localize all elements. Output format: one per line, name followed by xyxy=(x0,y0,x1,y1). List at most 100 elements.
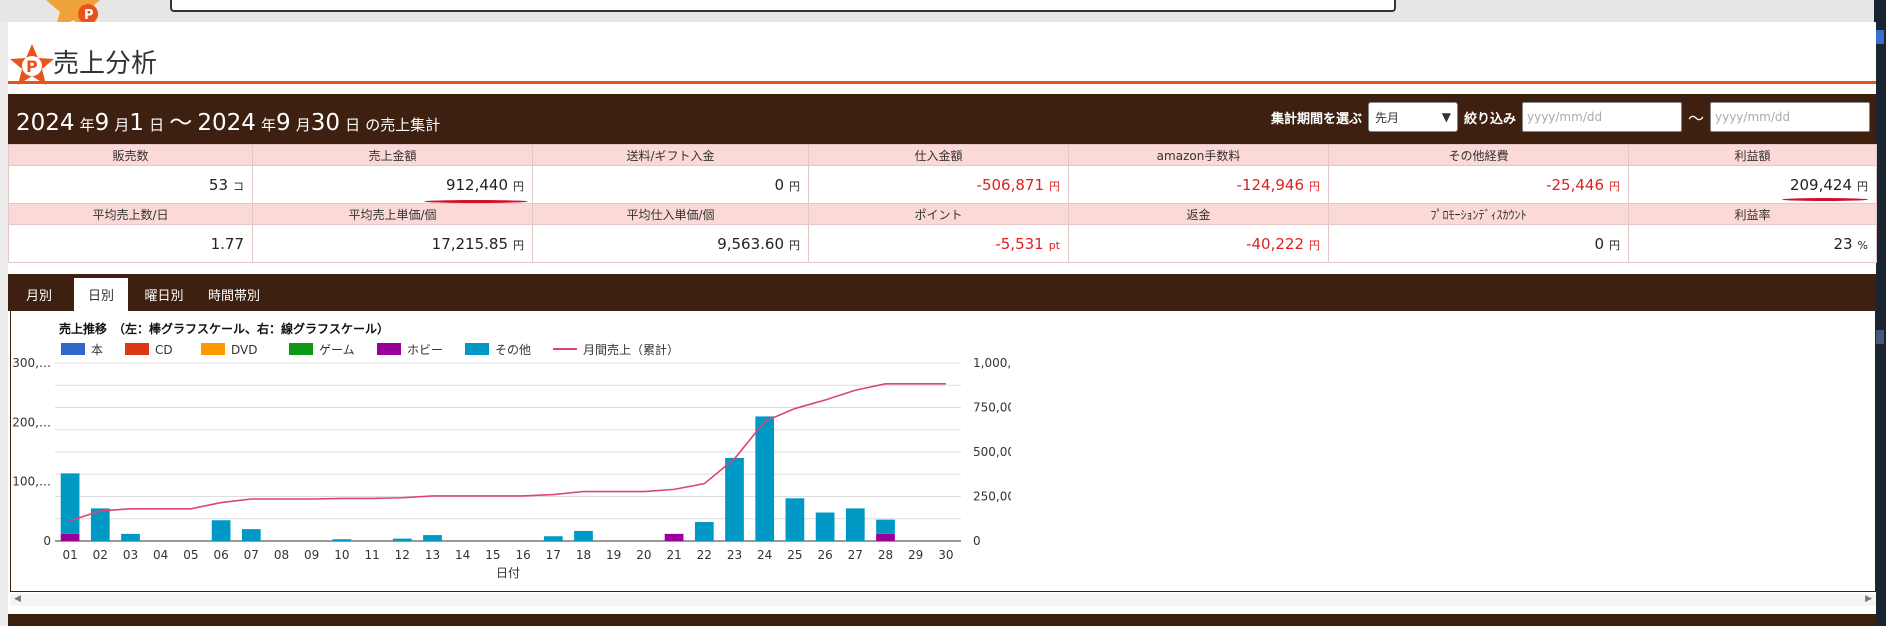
bar xyxy=(574,530,593,541)
summary-header: 平均仕入単価/個 xyxy=(532,203,809,225)
summary-header: 送料/ギフト入金 xyxy=(532,144,809,166)
chevron-down-icon: ▼ xyxy=(1441,110,1451,124)
summary-value: 0円 xyxy=(532,165,809,204)
x-tick-label: 14 xyxy=(455,548,470,562)
period-select-label: 集計期間を選ぶ xyxy=(1270,111,1362,127)
svg-text:P: P xyxy=(84,8,94,23)
chart-title: 売上推移 （左：棒グラフスケール、右：線グラフスケール） xyxy=(59,321,389,336)
x-tick-label: 15 xyxy=(485,548,500,562)
tab-monthly[interactable]: 月別 xyxy=(20,278,58,311)
legend-swatch xyxy=(201,343,225,355)
tab-weekday[interactable]: 曜日別 xyxy=(138,278,190,311)
right-tick-label: 1,000,000 xyxy=(973,356,1011,370)
legend-label: その他 xyxy=(495,343,531,357)
left-tick-label: 100,… xyxy=(12,475,51,489)
summary-header: ポイント xyxy=(808,203,1069,225)
bar xyxy=(694,522,714,541)
summary-value: 9,563.60 円 xyxy=(532,224,809,263)
chart-panel: 売上推移 （左：棒グラフスケール、右：線グラフスケール） 本 CD DVD ゲーム ホビー… xyxy=(10,311,1876,592)
left-tick-label: 300,… xyxy=(12,356,51,370)
scroll-right-icon[interactable]: ▶ xyxy=(1865,594,1872,604)
tab-hourly[interactable]: 時間帯別 xyxy=(202,278,266,311)
summary-value: 53 コ xyxy=(8,165,253,204)
legend-swatch xyxy=(61,343,85,355)
x-tick-label: 30 xyxy=(938,548,953,562)
summary-value: 0円 xyxy=(1328,224,1629,263)
summary-header: 売上金額 xyxy=(252,144,533,166)
bar xyxy=(392,538,412,541)
x-tick-label: 22 xyxy=(697,548,712,562)
x-tick-label: 24 xyxy=(757,548,772,562)
x-tick-label: 19 xyxy=(606,548,621,562)
legend-label: DVD xyxy=(231,343,257,357)
bar xyxy=(121,533,140,541)
x-tick-label: 12 xyxy=(395,548,410,562)
x-tick-label: 01 xyxy=(62,548,77,562)
left-tick-label: 0 xyxy=(43,534,51,548)
x-tick-label: 17 xyxy=(546,548,561,562)
summary-value: -5,531 pt xyxy=(808,224,1069,263)
x-tick-label: 06 xyxy=(213,548,228,562)
bar xyxy=(664,533,684,541)
x-tick-label: 07 xyxy=(244,548,259,562)
date-to-input[interactable]: yyyy/mm/dd xyxy=(1710,102,1870,132)
summary-header: 販売数 xyxy=(8,144,253,166)
summary-value: 17,215.85 円 xyxy=(252,224,533,263)
x-tick-label: 09 xyxy=(304,548,319,562)
summary-header: 平均売上単価/個 xyxy=(252,203,533,225)
left-tick-label: 200,… xyxy=(12,415,51,429)
legend-label: 本 xyxy=(91,343,103,357)
x-tick-label: 16 xyxy=(515,548,530,562)
legend-label: CD xyxy=(155,343,173,357)
summary-value: -25,446 円 xyxy=(1328,165,1629,204)
period-controls: 集計期間を選ぶ 先月 ▼ 絞り込み yyyy/mm/dd ～ yyyy/mm/d… xyxy=(1271,102,1876,132)
next-section-header xyxy=(8,614,1876,626)
bar xyxy=(60,473,80,534)
scroll-left-icon[interactable]: ◀ xyxy=(14,594,21,604)
tab-daily[interactable]: 日別 xyxy=(74,278,128,311)
summary-header: ﾌﾟﾛﾓｰｼｮﾝﾃﾞｨｽｶｳﾝﾄ xyxy=(1328,203,1629,225)
x-tick-label: 11 xyxy=(364,548,379,562)
legend-label: ゲーム xyxy=(319,343,355,357)
bar xyxy=(543,536,563,541)
right-tick-label: 500,000 xyxy=(973,445,1011,459)
date-from-input[interactable]: yyyy/mm/dd xyxy=(1521,102,1682,132)
period-range: 2024 年9 月1 日 ～ 2024 年9 月30 日 の売上集計 xyxy=(16,110,441,136)
top-search-box[interactable] xyxy=(170,0,1396,12)
bar xyxy=(241,529,261,541)
bar xyxy=(423,535,442,541)
sales-underline xyxy=(424,200,528,203)
bar xyxy=(876,533,895,541)
filter-label: 絞り込み xyxy=(1463,111,1516,127)
x-tick-label: 21 xyxy=(666,548,681,562)
period-header: 2024 年9 月1 日 ～ 2024 年9 月30 日 の売上集計 集計期間を… xyxy=(8,94,1876,144)
summary-header: amazon手数料 xyxy=(1068,144,1329,166)
summary-value: 912,440 円 xyxy=(252,165,533,204)
period-select[interactable]: 先月 ▼ xyxy=(1367,102,1458,132)
summary-value: -40,222 円 xyxy=(1068,224,1329,263)
x-tick-label: 03 xyxy=(123,548,138,562)
x-tick-label: 25 xyxy=(787,548,802,562)
sales-trend-chart: 売上推移 （左：棒グラフスケール、右：線グラフスケール） 本 CD DVD ゲーム ホビー… xyxy=(12,321,1011,580)
bar xyxy=(332,539,352,541)
summary-header: 利益率 xyxy=(1628,203,1877,225)
summary-table: 販売数 売上金額 送料/ギフト入金 仕入金額 amazon手数料 その他経費 利益額 53 コ 9… xyxy=(8,144,1877,263)
summary-header: 平均売上数/日 xyxy=(8,203,253,225)
x-tick-label: 10 xyxy=(334,548,349,562)
site-star-logo-icon: P xyxy=(46,0,100,24)
horizontal-scrollbar[interactable]: ◀ ▶ xyxy=(10,594,1876,606)
summary-value: 23% xyxy=(1628,224,1877,263)
bar xyxy=(211,520,231,541)
bar xyxy=(725,457,744,541)
x-tick-label: 20 xyxy=(636,548,651,562)
summary-header: その他経費 xyxy=(1328,144,1629,166)
right-tick-label: 750,000 xyxy=(973,401,1011,415)
x-tick-label: 04 xyxy=(153,548,168,562)
page-title: 売上分析 xyxy=(53,49,158,79)
bar xyxy=(876,519,895,534)
summary-value: 1.77 xyxy=(8,224,253,263)
summary-header: 利益額 xyxy=(1628,144,1877,166)
x-tick-label: 18 xyxy=(576,548,591,562)
right-tick-label: 0 xyxy=(973,534,981,548)
right-tick-label: 250,000 xyxy=(973,490,1011,504)
